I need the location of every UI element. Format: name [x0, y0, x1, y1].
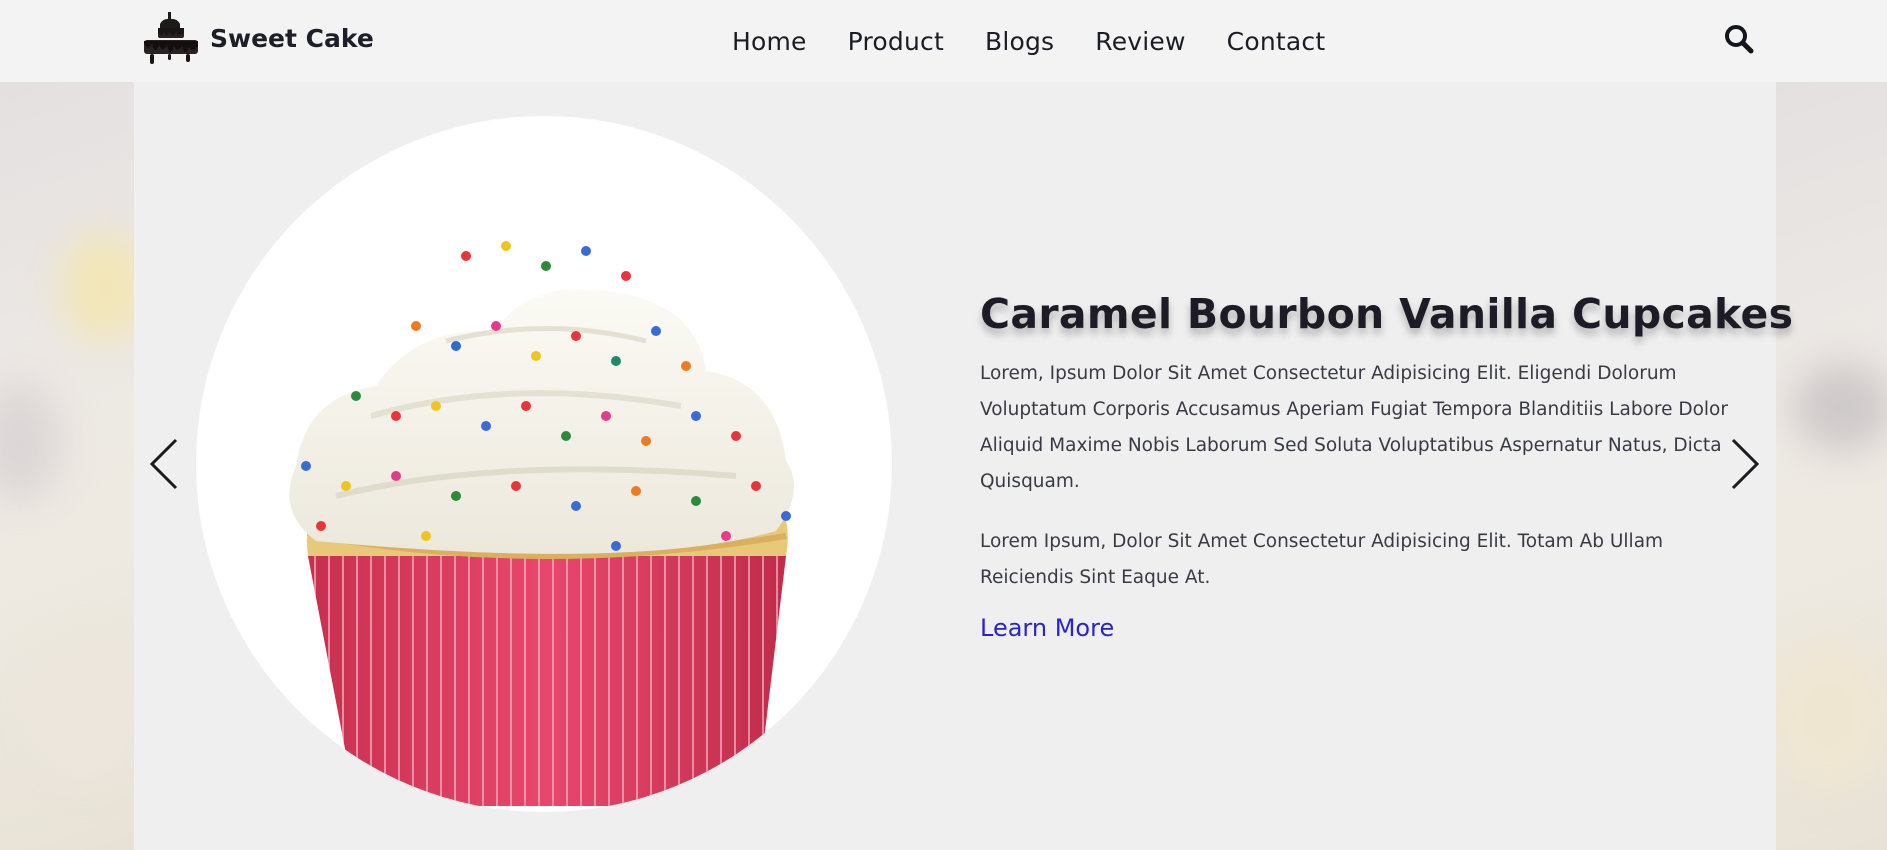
background-left — [0, 82, 134, 850]
chevron-left-icon — [149, 438, 178, 490]
nav-home[interactable]: Home — [732, 27, 807, 56]
nav-contact[interactable]: Contact — [1227, 27, 1326, 56]
slide-paragraph-2: Lorem Ipsum, Dolor Sit Amet Consectetur … — [980, 531, 1664, 588]
slide-title: Caramel Bourbon Vanilla Cupcakes — [980, 290, 1794, 338]
prev-slide-button[interactable] — [146, 434, 186, 494]
brand-name: Sweet Cake — [210, 23, 374, 53]
slide-paragraph-1: Lorem, Ipsum Dolor Sit Amet Consectetur … — [980, 363, 1728, 492]
nav-product[interactable]: Product — [848, 27, 944, 56]
product-image-frame — [196, 116, 892, 812]
site-header: Sweet Cake Home Product Blogs Review Con… — [0, 0, 1887, 82]
learn-more-link[interactable]: Learn More — [980, 614, 1114, 642]
search-button[interactable] — [1722, 22, 1756, 56]
hero-slide: Caramel Bourbon Vanilla Cupcakes Lorem, … — [134, 82, 1794, 850]
slide-content: Caramel Bourbon Vanilla Cupcakes Lorem, … — [980, 290, 1794, 642]
main-nav: Home Product Blogs Review Contact — [732, 0, 1366, 82]
nav-review[interactable]: Review — [1095, 27, 1185, 56]
sprinkle-cupcake-image — [289, 241, 794, 806]
cake-drip-icon — [144, 12, 198, 64]
nav-blogs[interactable]: Blogs — [985, 27, 1054, 56]
search-icon — [1725, 25, 1754, 54]
logo-link[interactable]: Sweet Cake — [140, 10, 374, 66]
